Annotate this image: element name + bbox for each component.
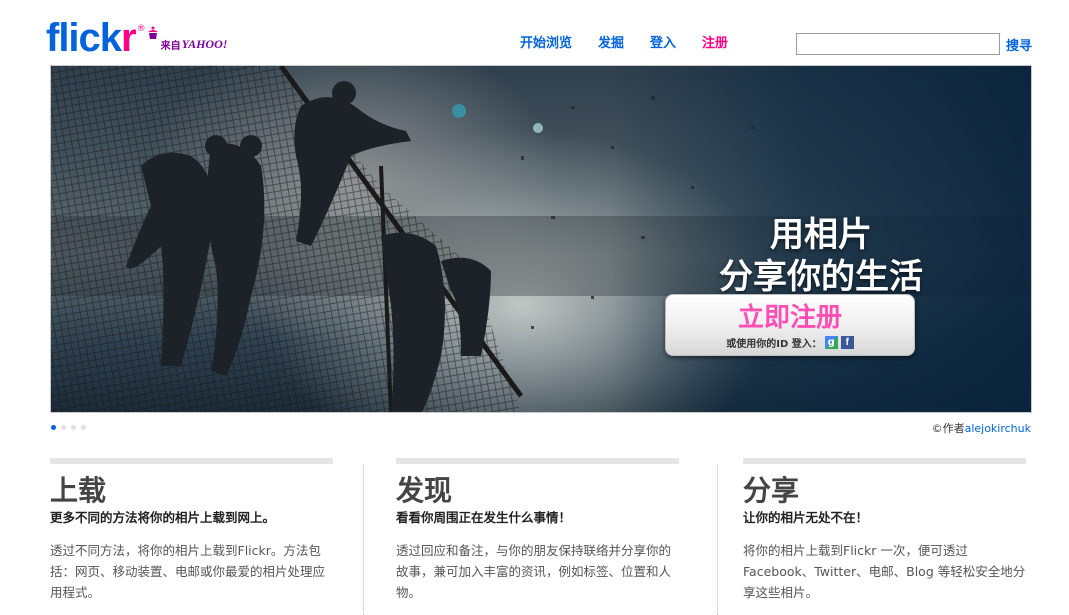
registered-mark: ® xyxy=(136,24,146,34)
carousel-dot[interactable] xyxy=(51,425,56,430)
yahoo-logo: YAHOO! xyxy=(181,37,228,51)
logo-from-text: 来自 xyxy=(160,41,181,52)
search-button[interactable]: 搜寻 xyxy=(1006,35,1032,54)
feature-subtitle: 看看你周围正在发生什么事情！ xyxy=(396,510,572,525)
carousel-dots xyxy=(51,425,91,430)
alt-login: 或使用你的ID 登入： g f xyxy=(666,335,914,350)
hero-banner: 用相片 分享你的生活 立即注册 或使用你的ID 登入： g f xyxy=(50,65,1032,413)
logo-wordmark-pink: r xyxy=(121,16,137,60)
feature-title: 分享 xyxy=(743,474,800,507)
nav-discover[interactable]: 发掘 xyxy=(598,36,624,52)
credit-prefix: ©作者 xyxy=(931,422,965,435)
hero-title-line1: 用相片 xyxy=(770,215,872,255)
feature-upload: 上载 更多不同的方法将你的相片上载到网上。 透过不同方法，将你的相片上载到Fli… xyxy=(50,458,333,603)
hero-title: 用相片 分享你的生活 xyxy=(671,214,971,298)
nav-sign-in[interactable]: 登入 xyxy=(650,36,676,52)
hero-title-line2: 分享你的生活 xyxy=(719,257,923,297)
feature-title: 发现 xyxy=(396,474,453,507)
carousel-dot[interactable] xyxy=(71,425,76,430)
flickr-logo[interactable]: flickr ® 来自 YAHOO! xyxy=(46,18,227,58)
credit-author-link[interactable]: alejokirchuk xyxy=(965,422,1031,435)
carousel-dot[interactable] xyxy=(81,425,86,430)
top-nav: 开始浏览 发掘 登入 注册 xyxy=(520,36,754,52)
site-header: flickr ® 来自 YAHOO! 开始浏览 发掘 登入 注册 搜寻 xyxy=(0,0,1069,64)
feature-discover: 发现 看看你周围正在发生什么事情！ 透过回应和备注，与你的朋友保持联络并分享你的… xyxy=(396,458,679,603)
logo-wordmark-blue: flick xyxy=(46,16,122,60)
feature-subtitle: 更多不同的方法将你的相片上载到网上。 xyxy=(50,510,276,525)
feature-body: 透过回应和备注，与你的朋友保持联络并分享你的故事，兼可加入丰富的资讯，例如标签、… xyxy=(396,543,672,600)
column-bar xyxy=(396,458,679,464)
nav-sign-up[interactable]: 注册 xyxy=(702,36,728,52)
feature-subtitle: 让你的相片无处不在！ xyxy=(743,510,869,525)
column-divider xyxy=(717,464,718,615)
alt-login-label: 或使用你的ID 登入： xyxy=(726,339,822,350)
column-divider xyxy=(363,464,364,615)
feature-share: 分享 让你的相片无处不在！ 将你的相片上载到Flickr 一次，便可透过 Fac… xyxy=(743,458,1026,603)
facebook-icon[interactable]: f xyxy=(840,336,854,349)
column-bar xyxy=(743,458,1026,464)
feature-title: 上载 xyxy=(50,474,107,507)
photo-credit: ©作者alejokirchuk xyxy=(932,420,1031,436)
nav-explore[interactable]: 开始浏览 xyxy=(520,36,572,52)
signup-box[interactable]: 立即注册 或使用你的ID 登入： g f xyxy=(665,294,915,356)
feature-body: 将你的相片上载到Flickr 一次，便可透过 Facebook、Twitter、… xyxy=(743,543,1026,600)
feature-body: 透过不同方法，将你的相片上载到Flickr。方法包括：网页、移动装置、电邮或你最… xyxy=(50,543,326,600)
logo-wordmark: flickr xyxy=(46,16,137,60)
column-bar xyxy=(50,458,333,464)
google-icon[interactable]: g xyxy=(824,336,838,349)
cupcake-icon xyxy=(147,25,159,44)
signup-now-button[interactable]: 立即注册 xyxy=(666,303,914,333)
carousel-dot[interactable] xyxy=(61,425,66,430)
search-input[interactable] xyxy=(796,33,1000,55)
